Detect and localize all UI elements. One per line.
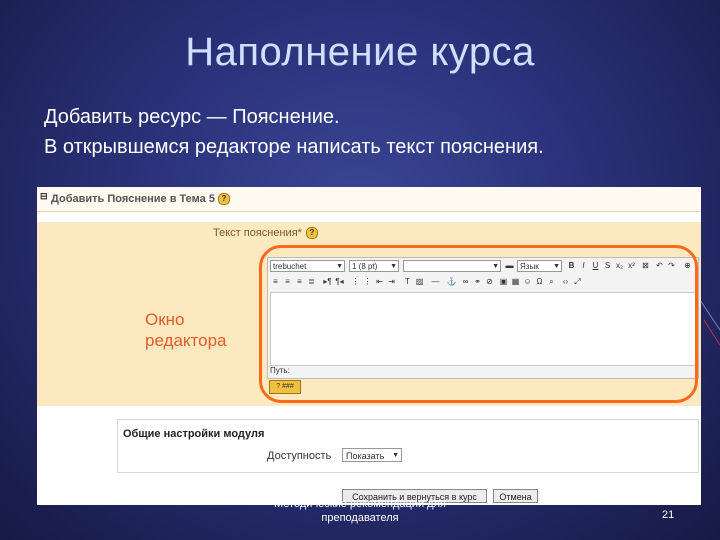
- editor-screenshot: ⊟ Добавить Пояснение в Тема 5 ? Текст по…: [37, 187, 701, 505]
- collapse-icon[interactable]: ⊟: [40, 191, 48, 202]
- slide-title: Наполнение курса: [185, 30, 535, 74]
- form-left-area: [37, 222, 117, 406]
- field-label: Текст пояснения*?: [213, 227, 318, 240]
- instruction-line-1: Добавить ресурс — Пояснение.: [44, 106, 340, 128]
- page-number: 21: [662, 509, 675, 521]
- slide-body: Добавить ресурс — Пояснение. В открывшем…: [44, 102, 544, 162]
- annotation-line-1: Окно: [145, 310, 185, 329]
- access-label: Доступность: [267, 450, 332, 462]
- annotation-line-2: редактора: [145, 331, 227, 350]
- form-header: ⊟ Добавить Пояснение в Тема 5 ?: [37, 187, 701, 212]
- access-select[interactable]: Показать ▼: [342, 448, 402, 462]
- cancel-button[interactable]: Отмена: [493, 489, 538, 503]
- help-icon[interactable]: ?: [305, 227, 318, 240]
- settings-section-title: Общие настройки модуля: [123, 428, 265, 440]
- instruction-line-2: В открывшемся редакторе написать текст п…: [44, 136, 544, 158]
- highlight-frame: [259, 245, 698, 403]
- slide-footer: Методические рекомендации для преподават…: [274, 498, 446, 524]
- editor-annotation: Окно редактора: [145, 309, 227, 351]
- help-icon[interactable]: ?: [218, 193, 230, 206]
- form-header-title: Добавить Пояснение в Тема 5 ?: [51, 193, 230, 206]
